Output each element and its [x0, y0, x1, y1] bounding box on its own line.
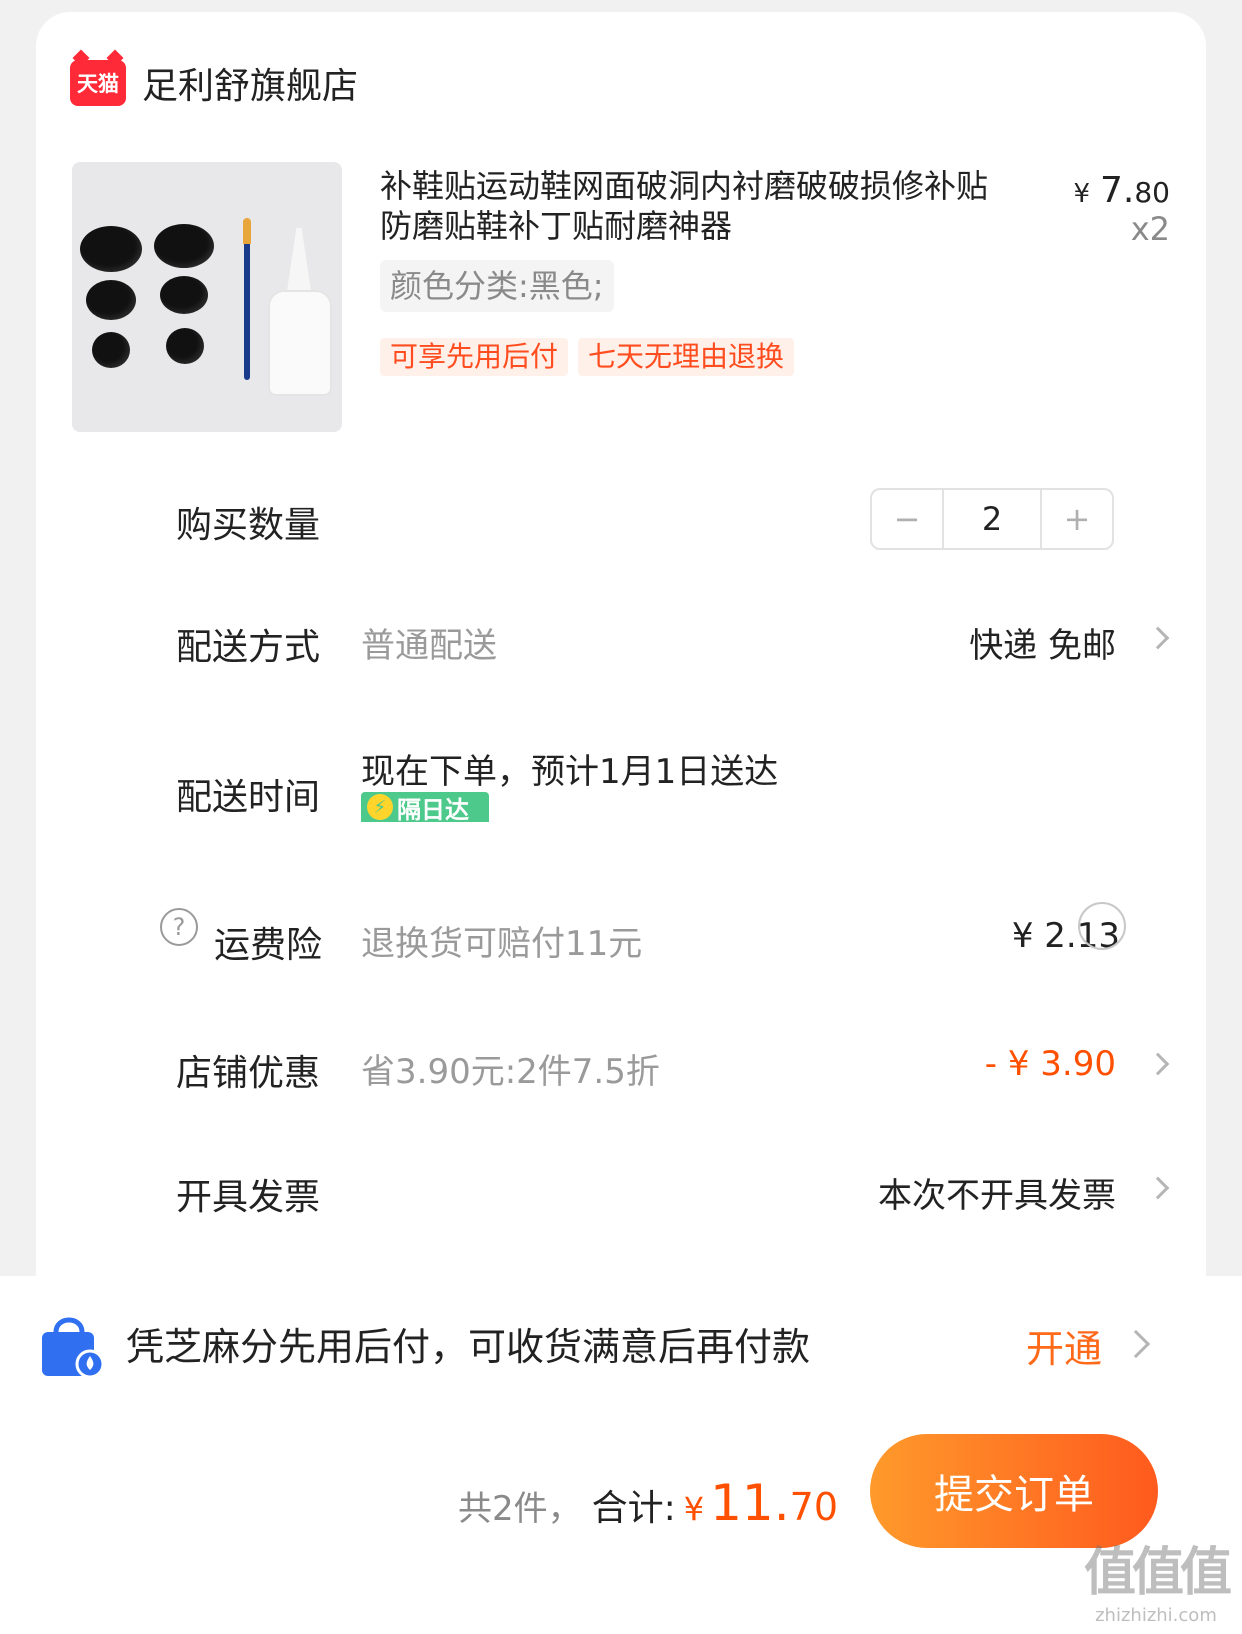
price-dec: 80 [1134, 176, 1170, 209]
delivery-time-value: 现在下单，预计1月1日送达 [361, 752, 779, 792]
total-dec: 70 [789, 1485, 838, 1529]
watermark-url: zhizhizhi.com [1095, 1605, 1217, 1626]
total-int: 11. [710, 1474, 790, 1532]
lightning-icon: ⚡ [367, 794, 393, 820]
pay-later-text: 凭芝麻分先用后付，可收货满意后再付款 [126, 1325, 811, 1369]
chevron-right-icon [1121, 1329, 1151, 1359]
activate-button[interactable]: 开通 [1026, 1318, 1102, 1373]
patch-shape [80, 226, 142, 272]
quantity-stepper: − 2 + [870, 488, 1114, 550]
tmall-logo-text: 天猫 [77, 72, 119, 96]
store-discount-desc: 省3.90元:2件7.5折 [361, 1052, 660, 1092]
product-image[interactable] [72, 162, 342, 432]
product-quantity-mult: x2 [1130, 210, 1170, 248]
order-card: 天猫 足利舒旗舰店 补鞋贴运动鞋网面破洞内衬磨破破损修补贴防磨贴鞋补丁贴耐磨神器… [36, 12, 1206, 1372]
invoice-label: 开具发票 [176, 1177, 321, 1218]
glue-bottle [268, 290, 332, 396]
total-label: 合计: [591, 1488, 676, 1529]
patch-shape [160, 276, 208, 314]
shopping-bag-icon [42, 1317, 104, 1379]
order-total: 共2件， 合计: ¥ 11. 70 [458, 1474, 838, 1532]
store-discount-amount: - ¥ 3.90 [984, 1044, 1116, 1084]
price-int: 7. [1100, 170, 1135, 211]
next-day-badge: ⚡ 隔日达 [361, 792, 489, 822]
next-day-badge-text: 隔日达 [397, 795, 469, 823]
sku-label[interactable]: 颜色分类:黑色; [380, 260, 614, 312]
quantity-value[interactable]: 2 [942, 490, 1042, 548]
product-price: ¥7.80 [1073, 170, 1170, 211]
invoice-value: 本次不开具发票 [878, 1176, 1116, 1216]
tmall-logo-icon: 天猫 [70, 60, 126, 106]
checkout-footer: 共2件， 合计: ¥ 11. 70 提交订单 [0, 1416, 1242, 1634]
increment-button[interactable]: + [1042, 490, 1112, 548]
total-currency: ¥ [683, 1490, 705, 1528]
product-tags: 可享先用后付 七天无理由退换 [380, 338, 795, 376]
delivery-method-right: 快递 免邮 [969, 626, 1116, 666]
store-name: 足利舒旗舰店 [142, 66, 359, 107]
shipping-insurance-desc: 退换货可赔付11元 [361, 924, 643, 964]
watermark: 值值值 zhizhizhi.com [1083, 1530, 1232, 1626]
shipping-insurance-radio[interactable] [1078, 902, 1126, 950]
patch-shape [166, 328, 204, 364]
product-title[interactable]: 补鞋贴运动鞋网面破洞内衬磨破破损修补贴防磨贴鞋补丁贴耐磨神器 [380, 166, 1000, 246]
store-header[interactable]: 天猫 足利舒旗舰店 [70, 56, 358, 110]
chevron-right-icon [1146, 626, 1170, 650]
tag-pay-later: 可享先用后付 [380, 338, 569, 376]
item-count: 共2件， [457, 1489, 582, 1529]
delivery-method-value: 普通配送 [361, 626, 497, 666]
price-currency: ¥ [1073, 179, 1090, 209]
glue-bottle-neck [286, 228, 312, 298]
store-discount-label: 店铺优惠 [176, 1053, 321, 1094]
chevron-right-icon [1146, 1052, 1170, 1076]
brush-shape [244, 220, 250, 380]
delivery-method-label: 配送方式 [176, 627, 321, 668]
help-icon[interactable]: ? [160, 908, 198, 946]
patch-shape [92, 332, 130, 368]
quantity-label: 购买数量 [176, 505, 321, 546]
tag-free-return: 七天无理由退换 [578, 338, 795, 376]
patch-shape [86, 280, 136, 320]
brush-tip-shape [243, 218, 251, 244]
patch-shape [154, 224, 214, 268]
shipping-insurance-label: 运费险 [214, 925, 323, 966]
watermark-logo: 值值值 [1083, 1543, 1232, 1603]
chevron-right-icon [1146, 1176, 1170, 1200]
pay-later-banner[interactable]: 凭芝麻分先用后付，可收货满意后再付款 开通 [0, 1276, 1242, 1416]
delivery-time-label: 配送时间 [176, 777, 321, 818]
decrement-button[interactable]: − [872, 490, 942, 548]
